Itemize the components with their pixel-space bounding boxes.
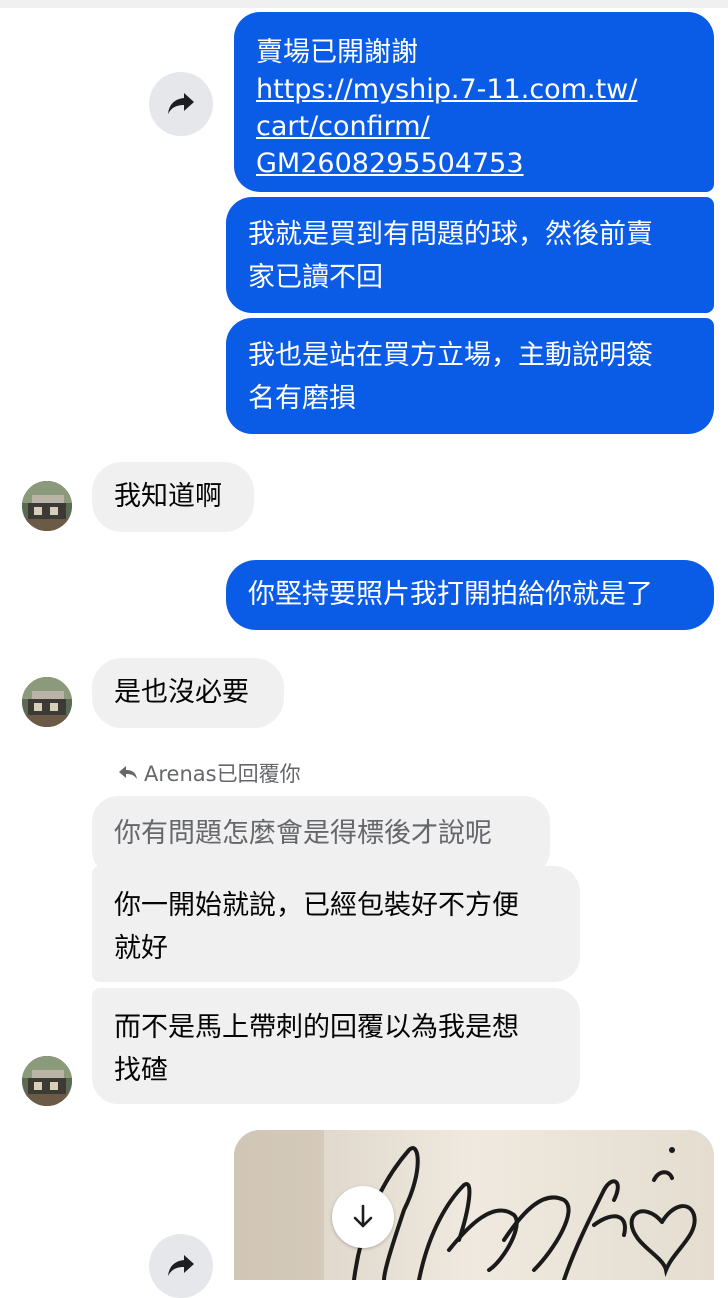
message-text: 你堅持要照片我打開拍給你就是了 [248,579,653,610]
incoming-message[interactable]: 你一開始就說，已經包裝好不方便 就好 [92,866,580,982]
quoted-message[interactable]: 你有問題怎麼會是得標後才說呢 [92,796,550,876]
photo-message[interactable] [234,1130,714,1280]
reply-indicator: Arenas已回覆你 [118,758,301,788]
message-text: 就好 [114,933,168,964]
message-text: 家已讀不回 [248,262,383,293]
incoming-message[interactable]: 而不是馬上帶刺的回覆以為我是想 找碴 [92,988,580,1104]
avatar[interactable] [22,481,72,531]
top-divider [0,0,728,8]
message-link[interactable]: cart/confirm/ [256,108,692,145]
reply-note-text: Arenas已回覆你 [144,762,301,786]
forward-button[interactable] [149,72,213,136]
outgoing-message[interactable]: 賣場已開謝謝 https://myship.7-11.com.tw/ cart/… [234,12,714,192]
message-text: 找碴 [114,1055,168,1086]
message-text: 是也沒必要 [114,677,249,708]
incoming-message[interactable]: 我知道啊 [92,462,254,532]
outgoing-message[interactable]: 我就是買到有問題的球，然後前賣 家已讀不回 [226,197,714,313]
outgoing-message[interactable]: 你堅持要照片我打開拍給你就是了 [226,560,714,630]
message-text: 我就是買到有問題的球，然後前賣 [248,219,653,250]
message-text: 賣場已開謝謝 [256,37,418,68]
download-button[interactable] [332,1186,394,1248]
download-icon [353,1204,373,1228]
message-link[interactable]: https://myship.7-11.com.tw/ [256,71,692,108]
incoming-message[interactable]: 是也沒必要 [92,658,284,728]
message-text: 你有問題怎麼會是得標後才說呢 [114,818,492,849]
message-text: 你一開始就說，已經包裝好不方便 [114,890,519,921]
message-text: 名有磨損 [248,383,356,414]
avatar-image [22,1056,72,1106]
message-text: 我知道啊 [114,481,222,512]
reply-arrow-icon [119,766,137,779]
forward-icon [168,93,194,114]
avatar-image [22,677,72,727]
message-link[interactable]: GM2608295504753 [256,145,692,182]
avatar-image [22,481,72,531]
avatar[interactable] [22,677,72,727]
outgoing-message[interactable]: 我也是站在買方立場，主動說明簽 名有磨損 [226,318,714,434]
signature-photo [234,1130,714,1280]
avatar[interactable] [22,1056,72,1106]
forward-icon [168,1255,194,1276]
message-text: 而不是馬上帶刺的回覆以為我是想 [114,1012,519,1043]
message-text: 我也是站在買方立場，主動說明簽 [248,340,653,371]
forward-button[interactable] [149,1234,213,1298]
